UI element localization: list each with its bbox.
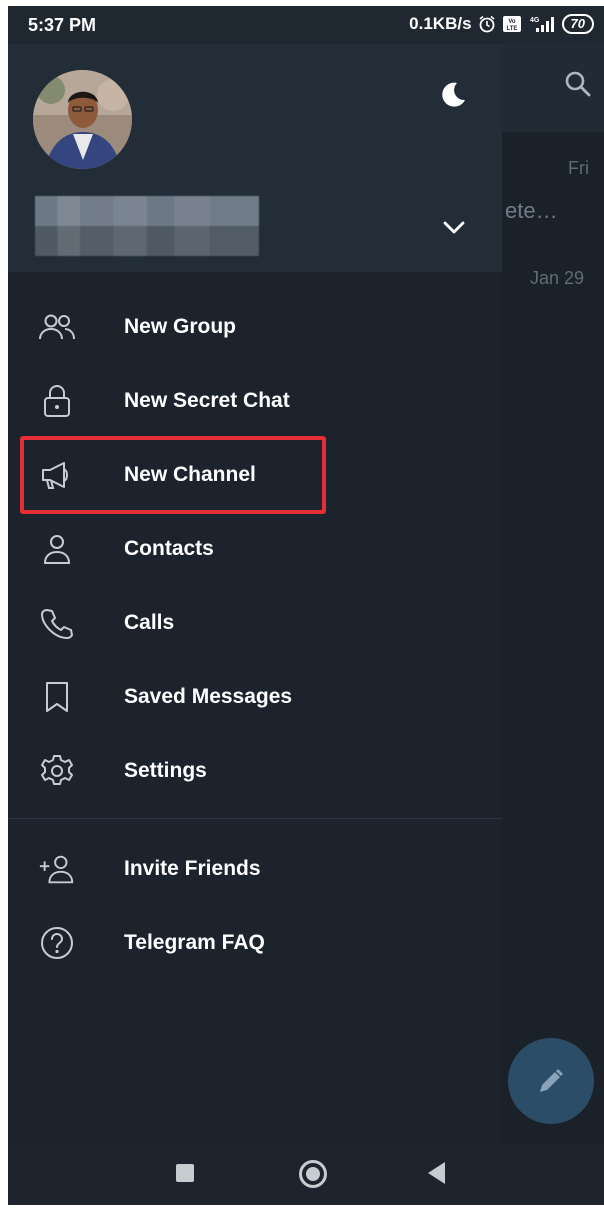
menu-item-label: Settings: [124, 759, 207, 782]
status-bar: 5:37 PM 0.1KB/s Vo LTE 4G 70: [8, 6, 604, 44]
menu-item-new-group[interactable]: New Group: [8, 290, 502, 364]
highlight-box: [20, 436, 326, 514]
recents-button[interactable]: [176, 1164, 194, 1182]
chat-snippet: ete…: [505, 198, 558, 223]
add-person-icon: [38, 850, 76, 888]
lock-icon: [38, 382, 76, 420]
net-speed: 0.1KB/s: [409, 14, 472, 33]
navigation-drawer: New Group New Secret Chat New Channel Co…: [8, 44, 502, 1143]
group-icon: [38, 308, 76, 346]
home-button[interactable]: [299, 1160, 327, 1188]
menu-item-label: Saved Messages: [124, 685, 293, 708]
drawer-menu: New Group New Secret Chat New Channel Co…: [8, 290, 502, 980]
menu-item-settings[interactable]: Settings: [8, 734, 502, 808]
menu-item-new-secret-chat[interactable]: New Secret Chat: [8, 364, 502, 438]
drawer-header: [8, 44, 502, 272]
bookmark-icon: [38, 678, 76, 716]
menu-item-label: Telegram FAQ: [124, 931, 265, 954]
back-button[interactable]: [428, 1162, 445, 1184]
help-icon: [38, 924, 76, 962]
chat-date: Fri: [568, 158, 589, 178]
network-type: 4G: [530, 17, 540, 24]
menu-item-label: Calls: [124, 611, 175, 634]
status-time: 5:37 PM: [28, 15, 97, 35]
status-right: 0.1KB/s Vo LTE 4G 70: [409, 14, 594, 34]
phone-screen: 5:37 PM 0.1KB/s Vo LTE 4G 70 Fri ete… Jan…: [8, 6, 604, 1205]
chevron-down-icon[interactable]: [442, 220, 466, 241]
compose-button[interactable]: [508, 1038, 594, 1124]
svg-text:Vo: Vo: [508, 19, 516, 25]
system-nav-bar: [8, 1143, 604, 1205]
menu-divider: [8, 818, 502, 819]
search-icon[interactable]: [564, 70, 592, 103]
menu-item-saved-messages[interactable]: Saved Messages: [8, 660, 502, 734]
account-name-redacted: [35, 196, 259, 256]
menu-item-invite-friends[interactable]: Invite Friends: [8, 832, 502, 906]
chat-date: Jan 29: [530, 268, 585, 288]
menu-item-label: Invite Friends: [124, 857, 261, 880]
battery-icon: 70: [561, 14, 594, 34]
avatar[interactable]: [33, 70, 132, 169]
volte-icon: Vo LTE: [502, 15, 522, 33]
moon-icon[interactable]: [438, 80, 468, 115]
phone-icon: [38, 604, 76, 642]
contact-icon: [38, 530, 76, 568]
menu-item-label: New Secret Chat: [124, 389, 290, 412]
menu-item-calls[interactable]: Calls: [8, 586, 502, 660]
pencil-icon: [540, 1069, 563, 1092]
signal-icon: 4G: [528, 15, 556, 33]
gear-icon: [38, 752, 76, 790]
menu-item-label: Contacts: [124, 537, 214, 560]
svg-text:LTE: LTE: [506, 26, 517, 32]
menu-item-telegram-faq[interactable]: Telegram FAQ: [8, 906, 502, 980]
menu-item-label: New Group: [124, 315, 237, 338]
menu-item-contacts[interactable]: Contacts: [8, 512, 502, 586]
alarm-icon: [478, 15, 496, 33]
